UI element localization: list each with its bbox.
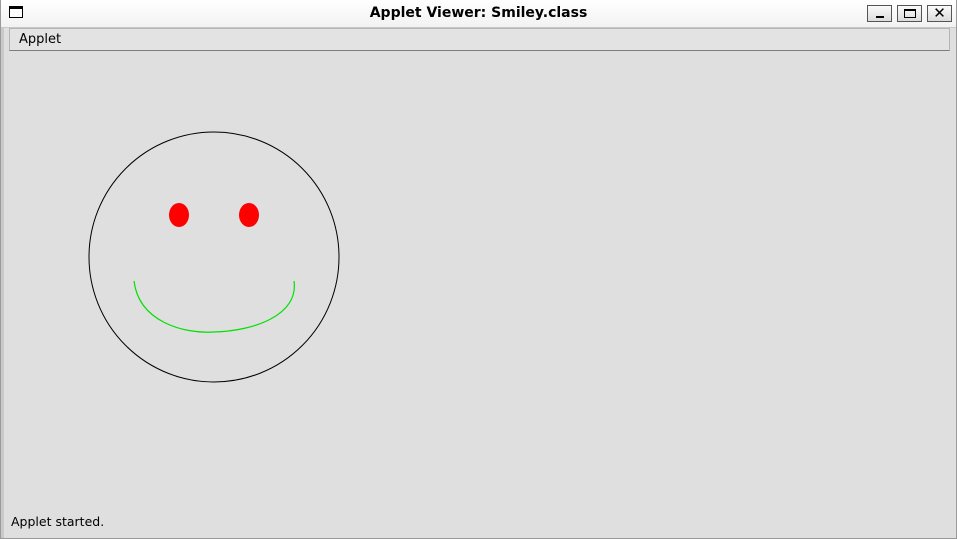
menu-applet[interactable]: Applet (19, 32, 61, 47)
close-icon: ✕ (933, 4, 946, 22)
face-outline (88, 131, 340, 383)
applet-viewer-window: Applet Viewer: Smiley.class ✕ Applet App… (0, 0, 957, 539)
close-button[interactable]: ✕ (927, 4, 952, 22)
window-title: Applet Viewer: Smiley.class (369, 5, 588, 21)
status-text: Applet started. (11, 514, 105, 529)
minimize-icon (876, 16, 884, 18)
maximize-icon (904, 9, 916, 18)
smiley-drawing (88, 131, 340, 383)
menu-bar: Applet (9, 28, 950, 51)
right-eye (239, 203, 259, 227)
window-border (1, 28, 4, 538)
maximize-button[interactable] (897, 5, 922, 22)
title-bar[interactable]: Applet Viewer: Smiley.class ✕ (1, 0, 956, 28)
minimize-button[interactable] (867, 5, 892, 22)
mouth (133, 280, 295, 333)
applet-canvas (9, 52, 950, 512)
left-eye (169, 203, 189, 227)
